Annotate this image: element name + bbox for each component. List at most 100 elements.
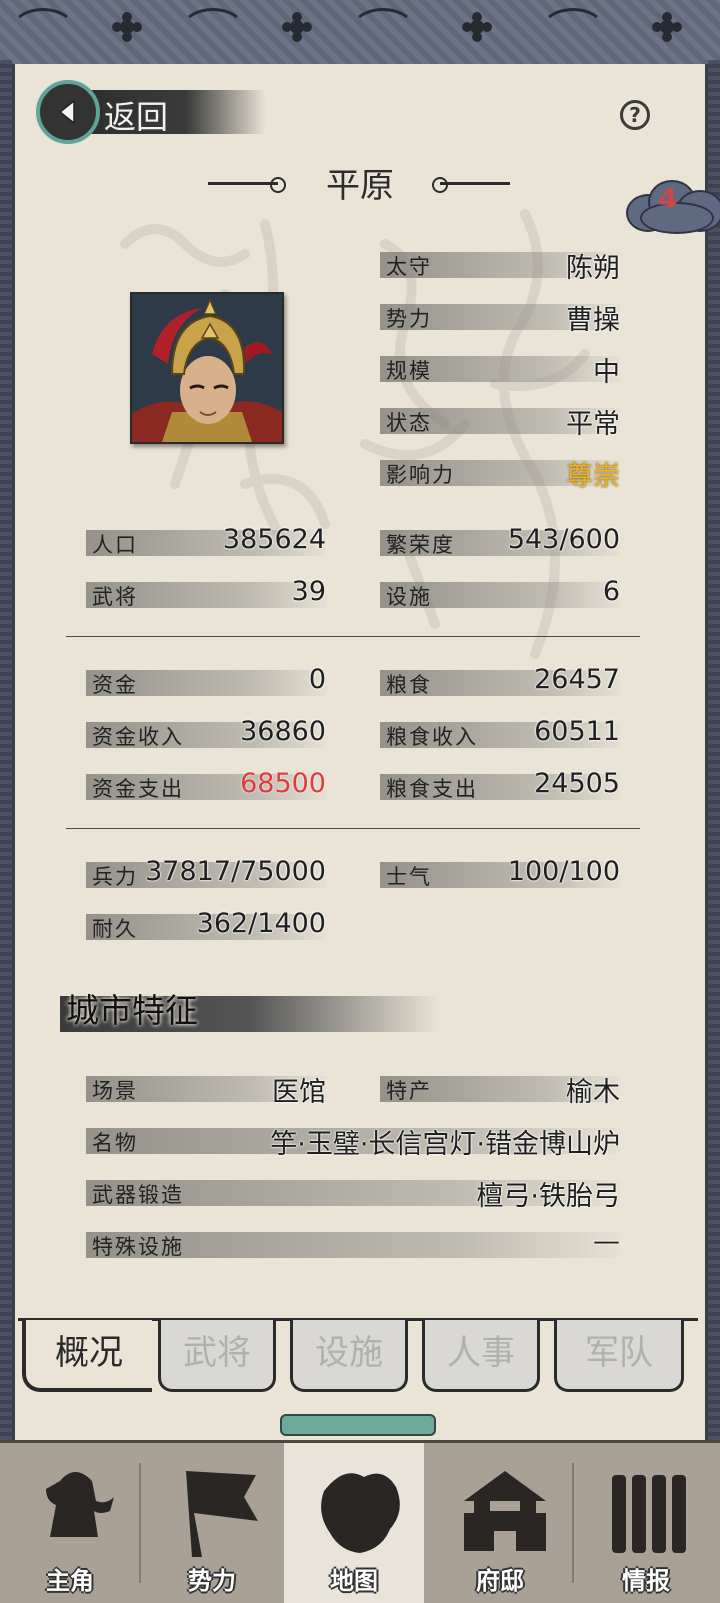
stat-grain: 粮食 26457 (380, 664, 620, 698)
nav-separator (572, 1463, 574, 1583)
stat-morale: 士气 100/100 (380, 856, 620, 890)
stat-value: 24505 (534, 768, 620, 799)
stat-label: 粮食支出 (386, 777, 478, 801)
stat-label: 资金 (92, 673, 138, 697)
stat-generals: 武将 39 (86, 576, 326, 610)
stat-label: 繁荣度 (386, 533, 455, 557)
stat-durability: 耐久 362/1400 (86, 908, 326, 942)
city-features-header: 城市特征 (60, 991, 440, 1032)
info-value: 陈朔 (566, 253, 620, 284)
title-ornament-right (432, 177, 510, 193)
info-value: 中 (593, 357, 620, 388)
stat-label: 武将 (92, 585, 138, 609)
info-label: 规模 (386, 359, 432, 383)
flag-icon (172, 1461, 262, 1561)
stat-label: 粮食收入 (386, 725, 478, 749)
nav-label: 势力 (188, 1566, 236, 1595)
feature-famous-items: 名物 竽·玉璧·长信宫灯·错金博山炉 (86, 1126, 620, 1160)
warrior-icon (30, 1461, 120, 1561)
stat-value: 26457 (534, 664, 620, 695)
tab-army[interactable]: 军队 (554, 1320, 684, 1392)
feature-label: 场景 (92, 1079, 138, 1103)
info-label: 太守 (386, 255, 432, 279)
feature-label: 武器锻造 (92, 1183, 184, 1207)
nav-mansion[interactable]: 府邸 (430, 1443, 570, 1603)
map-scroll-ornament (280, 1414, 436, 1436)
feature-scene: 场景 医馆 (86, 1074, 326, 1108)
feature-label: 特殊设施 (92, 1235, 184, 1259)
bottom-nav: 主角 势力 地图 府邸 情报 (0, 1440, 720, 1603)
nav-map[interactable]: 地图 (284, 1443, 424, 1603)
info-row-governor: 太守 陈朔 (380, 250, 620, 284)
feature-value: 医馆 (272, 1077, 326, 1108)
feature-value: 竽·玉璧·长信宫灯·错金博山炉 (270, 1129, 620, 1160)
stat-population: 人口 385624 (86, 524, 326, 558)
tab-bar: 概况 武将 设施 人事 军队 (18, 1320, 702, 1400)
feature-value: — (593, 1226, 620, 1257)
tab-generals[interactable]: 武将 (158, 1320, 276, 1392)
info-label: 状态 (386, 411, 432, 435)
tab-facilities[interactable]: 设施 (290, 1320, 408, 1392)
tab-overview[interactable]: 概况 (22, 1320, 152, 1392)
back-button[interactable]: 返回 (36, 80, 266, 144)
stat-value: 543/600 (507, 524, 620, 555)
stat-label: 士气 (386, 865, 432, 889)
back-arrow-icon (36, 80, 100, 144)
stat-label: 人口 (92, 533, 138, 557)
stat-value: 0 (308, 664, 326, 695)
mansion-icon (460, 1461, 550, 1561)
governor-portrait[interactable] (130, 292, 284, 444)
stat-value: 385624 (222, 524, 326, 555)
right-border (708, 60, 720, 1460)
stat-grain-expense: 粮食支出 24505 (380, 768, 620, 802)
help-icon[interactable]: ? (620, 100, 650, 130)
map-icon (314, 1461, 404, 1561)
section-title: 城市特征 (66, 991, 198, 1030)
feature-label: 名物 (92, 1131, 138, 1155)
divider (66, 828, 640, 829)
info-value: 平常 (566, 409, 620, 440)
stat-label: 粮食 (386, 673, 432, 697)
stat-prosperity: 繁荣度 543/600 (380, 524, 620, 558)
info-row-influence: 影响力 尊崇 (380, 458, 620, 492)
stat-label: 设施 (386, 585, 432, 609)
nav-label: 地图 (330, 1566, 378, 1595)
city-title: 平原 (326, 166, 394, 206)
nav-label: 情报 (622, 1566, 670, 1595)
feature-special-facility: 特殊设施 — (86, 1226, 620, 1260)
stat-funds: 资金 0 (86, 664, 326, 698)
feature-specialty: 特产 榆木 (380, 1074, 620, 1108)
feature-value: 檀弓·铁胎弓 (476, 1181, 620, 1212)
nav-label: 主角 (46, 1566, 94, 1595)
nav-faction[interactable]: 势力 (142, 1443, 282, 1603)
scroll-icon (606, 1461, 696, 1561)
stat-value: 6 (602, 576, 620, 607)
feature-weapon-forge: 武器锻造 檀弓·铁胎弓 (86, 1178, 620, 1212)
info-row-status: 状态 平常 (380, 406, 620, 440)
divider (66, 636, 640, 637)
tab-personnel[interactable]: 人事 (422, 1320, 540, 1392)
nav-intel[interactable]: 情报 (576, 1443, 716, 1603)
info-row-scale: 规模 中 (380, 354, 620, 388)
stat-label: 兵力 (92, 865, 138, 889)
stat-value: 100/100 (507, 856, 620, 887)
info-value: 曹操 (566, 305, 620, 336)
stat-label: 资金支出 (92, 777, 184, 801)
stat-label: 资金收入 (92, 725, 184, 749)
nav-protagonist[interactable]: 主角 (0, 1443, 140, 1603)
stat-value: 68500 (240, 768, 326, 799)
left-border (0, 60, 12, 1460)
top-decorative-band (0, 0, 720, 66)
nav-separator (139, 1463, 141, 1583)
stat-funds-income: 资金收入 36860 (86, 716, 326, 750)
stat-grain-income: 粮食收入 60511 (380, 716, 620, 750)
info-label: 影响力 (386, 463, 455, 487)
stat-value: 36860 (240, 716, 326, 747)
nav-label: 府邸 (476, 1566, 524, 1595)
stat-value: 60511 (534, 716, 620, 747)
info-row-faction: 势力 曹操 (380, 302, 620, 336)
info-label: 势力 (386, 307, 432, 331)
back-label: 返回 (104, 98, 169, 136)
stat-value: 39 (291, 576, 326, 607)
stat-value: 362/1400 (196, 908, 326, 939)
